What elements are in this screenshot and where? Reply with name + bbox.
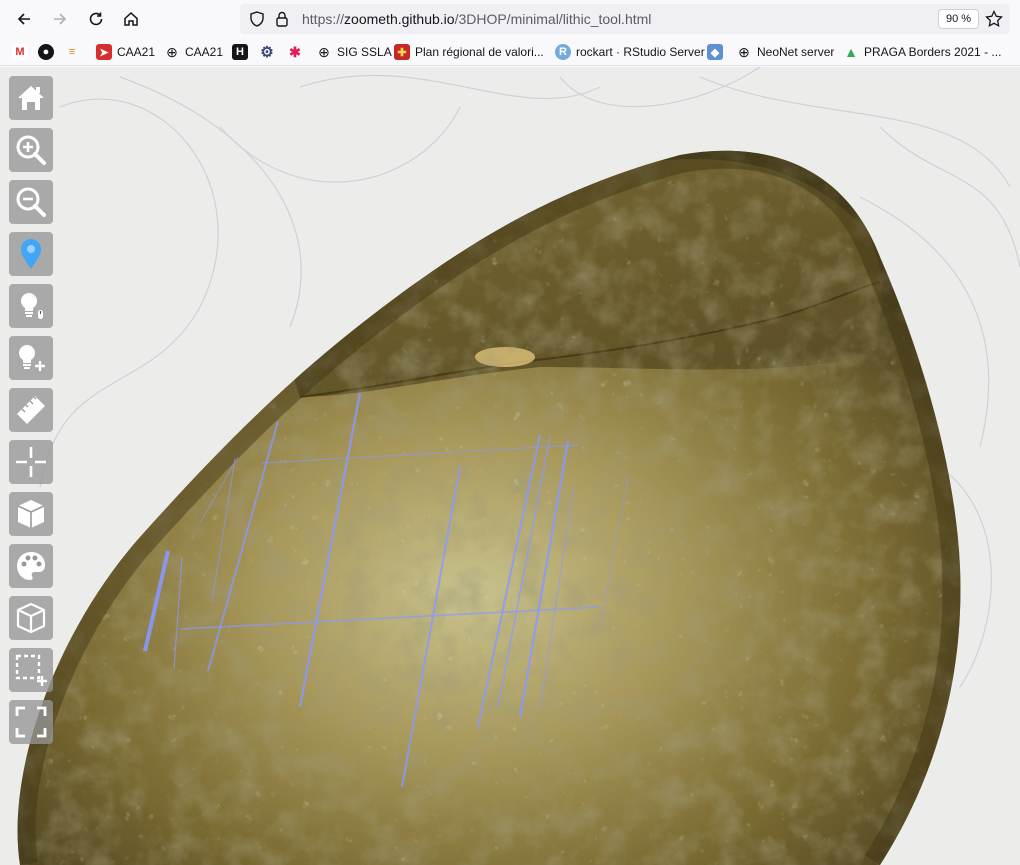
tracking-shield-icon[interactable] (248, 10, 266, 28)
fullscreen-icon (15, 706, 47, 738)
browser-navbar: https://zoometh.github.io/3DHOP/minimal/… (0, 0, 1020, 38)
scene-render (17, 67, 1020, 865)
bookmark-caa21-a[interactable]: ➤ CAA21 (96, 42, 155, 62)
url-host: zoometh.github.io (344, 11, 455, 27)
bookmark-slack[interactable]: ✱ (287, 42, 308, 62)
h-icon: H (232, 44, 248, 60)
stackoverflow-icon: ≡ (68, 46, 76, 58)
github-icon: ● (38, 44, 54, 60)
bookmarks-toolbar: M ● ≡ ➤ CAA21 ⊕ CAA21 H ⚙ ✱ ⊕ SIG SSLA ✚ Pla… (0, 38, 1020, 66)
ruler-icon (17, 396, 45, 424)
bookmark-label: Plan régional de valori... (415, 45, 544, 59)
arrow-right-icon (54, 13, 67, 25)
zoom-out-button[interactable] (9, 180, 53, 224)
bookmark-label: NeoNet server (757, 45, 835, 59)
bookmark-github[interactable]: ● (38, 42, 59, 62)
bookmark-neonet[interactable]: ⊕ NeoNet server (736, 42, 834, 62)
lock-icon[interactable] (274, 10, 290, 28)
bookmark-label: PRAGA Borders 2021 - ... (864, 45, 1002, 59)
color-button[interactable] (9, 544, 53, 588)
shield-badge-icon: ◆ (707, 44, 723, 60)
house-icon (124, 11, 138, 26)
globe-icon: ⊕ (738, 43, 750, 60)
url-text[interactable]: https://zoometh.github.io/3DHOP/minimal/… (302, 11, 651, 27)
bookmark-sig-ssla[interactable]: ⊕ SIG SSLA (316, 42, 392, 62)
paper-plane-icon: ➤ (96, 44, 112, 60)
home-view-button[interactable] (9, 76, 53, 120)
zoom-in-button[interactable] (9, 128, 53, 172)
region-flag-icon: ✚ (394, 44, 410, 60)
3d-viewer-canvas[interactable] (0, 67, 1020, 865)
zoom-in-icon (16, 135, 46, 165)
map-pin-icon (21, 239, 41, 269)
fullscreen-button[interactable] (9, 700, 53, 744)
bookmark-stackoverflow[interactable]: ≡ (64, 42, 85, 62)
globe-icon: ⊕ (166, 43, 178, 60)
back-button[interactable] (10, 5, 38, 33)
bookmark-rockart[interactable]: Rrockart · RStudio Server (555, 42, 705, 62)
bookmark-gmail[interactable]: M (12, 42, 33, 62)
bookmark-plan-regional[interactable]: ✚ Plan régional de valori... (394, 42, 544, 62)
bookmark-gear[interactable]: ⚙ (259, 42, 280, 62)
drive-icon: ▲ (844, 44, 858, 60)
bookmark-label: CAA21 (185, 45, 224, 59)
globe-icon: ⊕ (318, 43, 330, 60)
section-button[interactable] (9, 440, 53, 484)
wireframe-button[interactable] (9, 596, 53, 640)
measure-button[interactable] (9, 388, 53, 432)
url-path: /3DHOP/minimal/lithic_tool.html (454, 11, 652, 27)
light-button[interactable] (9, 284, 53, 328)
add-light-button[interactable] (9, 336, 53, 380)
bookmark-caa21-b[interactable]: ⊕ CAA21 (164, 42, 223, 62)
add-selection-button[interactable] (9, 648, 53, 692)
zoom-out-icon (16, 187, 46, 217)
pick-point-button[interactable] (9, 232, 53, 276)
forward-button[interactable] (46, 5, 74, 33)
url-scheme: https:// (302, 11, 345, 27)
bookmark-label: SIG SSLA (337, 45, 392, 59)
home-button[interactable] (117, 5, 145, 33)
arrow-left-icon (17, 13, 30, 25)
address-bar[interactable]: https://zoometh.github.io/3DHOP/minimal/… (240, 4, 1010, 34)
bookmark-label: CAA21 (117, 45, 156, 59)
bookmark-star-icon[interactable] (984, 9, 1004, 29)
reload-button[interactable] (82, 5, 110, 33)
cube-outline-icon (16, 602, 46, 634)
bookmark-shield[interactable]: ◆ (707, 42, 728, 62)
bookmark-praga[interactable]: ▲ PRAGA Borders 2021 - ... (843, 42, 1001, 62)
solid-view-button[interactable] (9, 492, 53, 536)
lightbulb-plus-icon (19, 345, 45, 371)
bookmark-h[interactable]: H (232, 42, 253, 62)
palette-icon (17, 552, 45, 580)
gear-icon: ⚙ (260, 44, 274, 61)
reload-icon (89, 12, 103, 26)
selection-plus-icon (15, 654, 47, 686)
zoom-level-badge[interactable]: 90 % (938, 9, 980, 29)
cube-solid-icon (17, 500, 45, 528)
bookmark-label: rockart · RStudio Server (576, 45, 705, 59)
r-icon: R (555, 44, 571, 60)
crosshair-icon (16, 447, 46, 477)
lightbulb-icon (21, 293, 43, 319)
gmail-icon: M (12, 44, 28, 60)
slack-icon: ✱ (289, 43, 301, 60)
home-icon (18, 86, 44, 110)
